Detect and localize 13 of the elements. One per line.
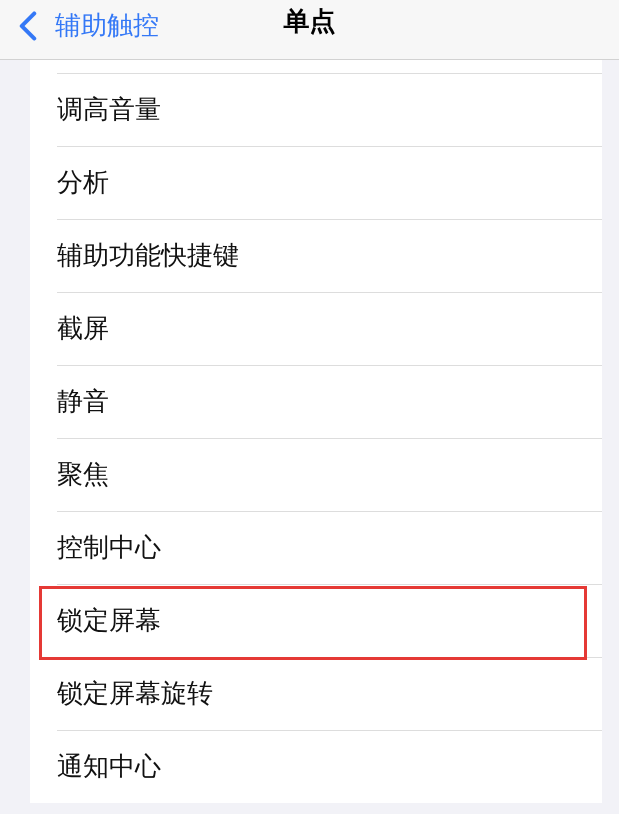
back-button[interactable]: 辅助触控 [18, 8, 159, 42]
list-item[interactable]: 分析 [57, 146, 602, 219]
list-item[interactable]: 通知中心 [57, 730, 602, 803]
list-item[interactable]: 静音 [57, 365, 602, 438]
list-item[interactable]: 锁定屏幕旋转 [57, 657, 602, 730]
list-item[interactable]: 调高音量 [57, 73, 602, 146]
list-item[interactable]: 锁定屏幕 [57, 584, 602, 657]
list-item[interactable]: 控制中心 [57, 511, 602, 584]
list-item[interactable]: 聚焦 [57, 438, 602, 511]
list-item[interactable]: 辅助功能快捷键 [57, 219, 602, 292]
chevron-left-icon [18, 10, 38, 40]
nav-title: 单点 [282, 6, 336, 39]
list-item[interactable]: 截屏 [57, 292, 602, 365]
